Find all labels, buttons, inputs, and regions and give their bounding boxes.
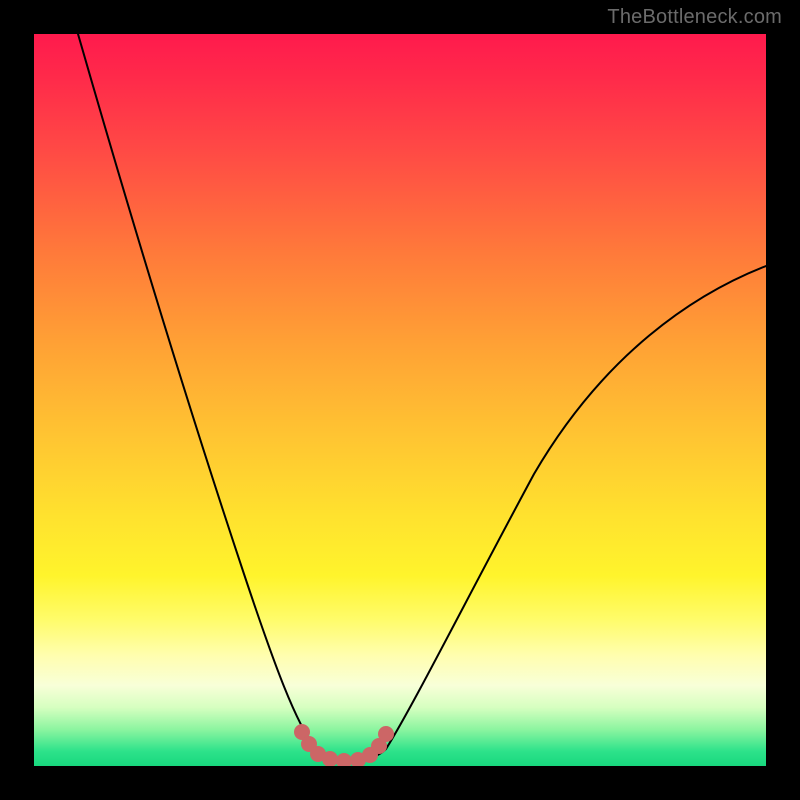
plot-area xyxy=(34,34,766,766)
chart-frame: TheBottleneck.com xyxy=(0,0,800,800)
watermark-text: TheBottleneck.com xyxy=(607,6,782,29)
bottleneck-curve xyxy=(78,34,766,760)
curve-svg xyxy=(34,34,766,766)
valley-beads xyxy=(294,724,394,766)
